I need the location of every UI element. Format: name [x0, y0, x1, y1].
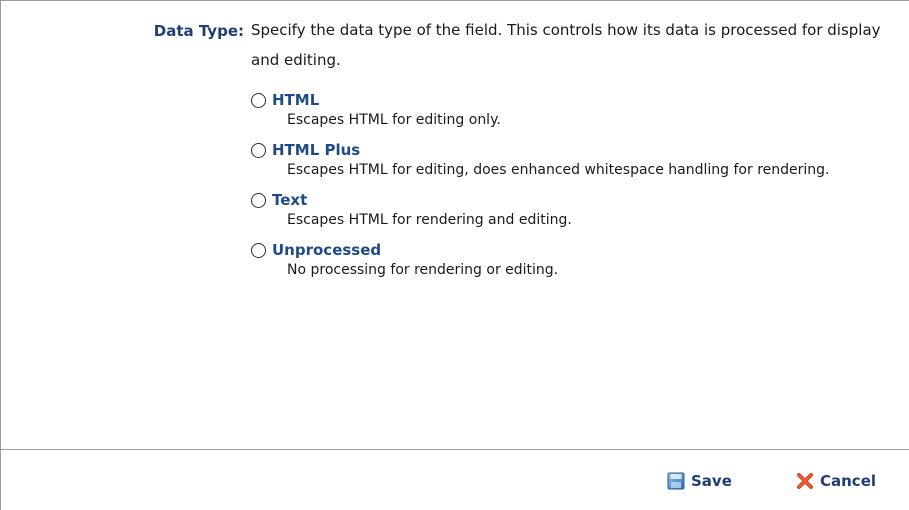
data-type-label: Data Type: — [153, 22, 244, 40]
option-html-description: Escapes HTML for editing only. — [287, 112, 501, 128]
data-type-options: HTML Escapes HTML for editing only. HTML… — [250, 90, 900, 290]
radio-html-plus[interactable] — [251, 142, 266, 158]
option-html-label[interactable]: HTML — [272, 91, 319, 109]
cancel-button[interactable]: Cancel — [796, 472, 876, 490]
save-icon — [667, 472, 685, 490]
radio-unprocessed[interactable] — [251, 242, 266, 258]
save-label: Save — [691, 472, 732, 490]
option-unprocessed-description: No processing for rendering or editing. — [287, 262, 559, 278]
dialog-footer: Save Cancel — [1, 450, 909, 510]
option-html-plus-description: Escapes HTML for editing, does enhanced … — [287, 162, 830, 178]
option-text-description: Escapes HTML for rendering and editing. — [287, 212, 572, 228]
cancel-label: Cancel — [820, 472, 877, 490]
option-html: HTML Escapes HTML for editing only. — [250, 90, 900, 128]
save-button[interactable]: Save — [667, 472, 732, 490]
data-type-description: Specify the data type of the field. This… — [251, 21, 881, 69]
cancel-icon — [796, 472, 814, 490]
radio-html[interactable] — [251, 92, 266, 108]
option-text: Text Escapes HTML for rendering and edit… — [250, 190, 900, 228]
option-unprocessed-label[interactable]: Unprocessed — [272, 241, 381, 259]
option-unprocessed: Unprocessed No processing for rendering … — [250, 240, 900, 278]
option-text-label[interactable]: Text — [272, 191, 307, 209]
data-type-dialog: Data Type: Specify the data type of the … — [0, 0, 909, 510]
option-html-plus-label[interactable]: HTML Plus — [272, 141, 360, 159]
top-divider — [1, 0, 909, 1]
radio-text[interactable] — [251, 192, 266, 208]
option-html-plus: HTML Plus Escapes HTML for editing, does… — [250, 140, 900, 178]
